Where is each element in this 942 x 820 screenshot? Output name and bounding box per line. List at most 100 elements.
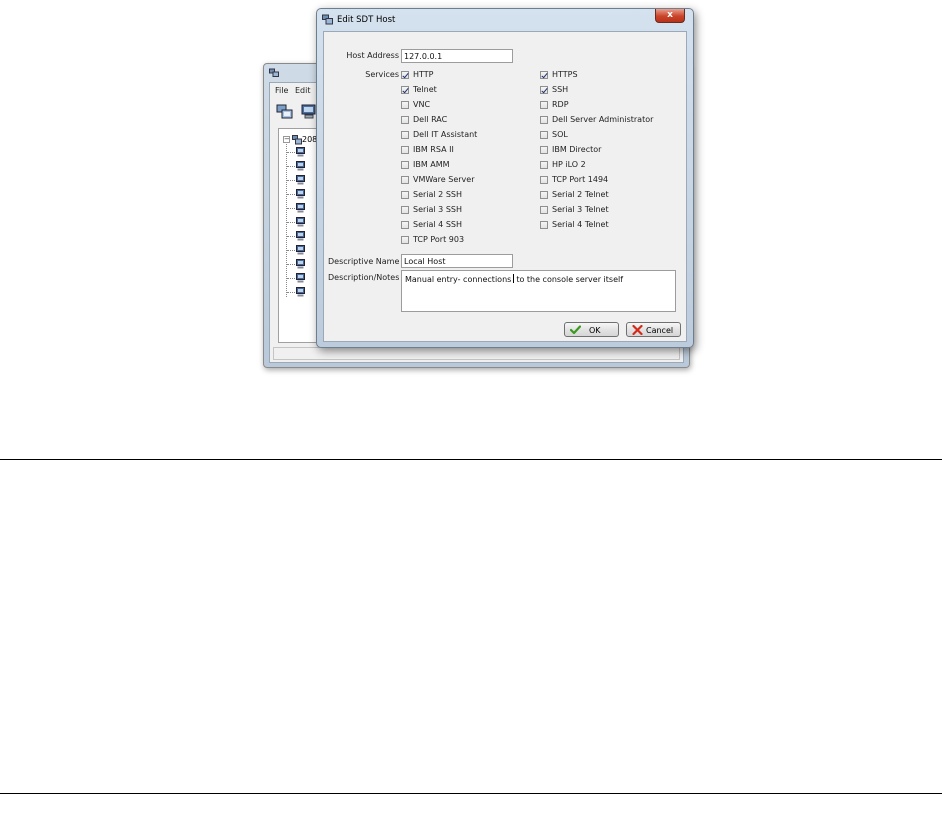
service-checkbox[interactable] xyxy=(401,71,409,79)
service-label: Serial 2 SSH xyxy=(413,190,462,199)
tree-node[interactable] xyxy=(287,287,305,297)
ok-button-label: OK xyxy=(589,326,601,335)
service-label: HTTP xyxy=(413,70,434,79)
computer-icon xyxy=(296,273,305,283)
descriptive-name-label: Descriptive Name xyxy=(328,257,400,266)
service-label: IBM RSA II xyxy=(413,145,454,154)
service-label: RDP xyxy=(552,100,569,109)
service-label: Telnet xyxy=(413,85,437,94)
tree-node[interactable] xyxy=(287,217,305,227)
service-label: IBM Director xyxy=(552,145,602,154)
notes-text-after-caret: to the console server itself xyxy=(516,275,624,284)
service-label: TCP Port 903 xyxy=(413,235,465,244)
descriptive-name-input[interactable]: Local Host xyxy=(401,254,513,268)
tree-node[interactable] xyxy=(287,231,305,241)
service-checkbox[interactable] xyxy=(540,101,548,109)
tree-node[interactable] xyxy=(287,161,305,171)
service-checkbox[interactable] xyxy=(540,161,548,169)
tree-node[interactable] xyxy=(287,203,305,213)
service-checkbox[interactable] xyxy=(401,86,409,94)
service-checkbox[interactable] xyxy=(540,86,548,94)
cancel-button-label: Cancel xyxy=(646,326,674,335)
service-checkbox[interactable] xyxy=(401,221,409,229)
add-group-icon[interactable] xyxy=(276,104,294,120)
dialog-app-icon xyxy=(322,14,333,25)
host-address-label: Host Address xyxy=(346,51,399,60)
service-checkbox[interactable] xyxy=(540,191,548,199)
cancel-button[interactable]: Cancel xyxy=(626,322,681,337)
service-checkbox[interactable] xyxy=(401,101,409,109)
computer-icon xyxy=(296,175,305,185)
text-caret xyxy=(513,274,515,283)
menu-edit[interactable]: Edit xyxy=(295,86,311,95)
service-checkbox[interactable] xyxy=(540,176,548,184)
service-label: VMWare Server xyxy=(413,175,475,184)
service-label: Serial 3 Telnet xyxy=(552,205,609,214)
service-checkbox[interactable] xyxy=(401,176,409,184)
checkmark-icon xyxy=(570,325,581,335)
computer-icon xyxy=(296,189,305,199)
notes-label: Description/Notes xyxy=(328,273,400,282)
close-icon: x xyxy=(667,10,673,20)
dialog-body: Host Address 127.0.0.1 Services HTTP Teln… xyxy=(323,31,687,342)
tree-node[interactable] xyxy=(287,147,305,157)
services-label: Services xyxy=(365,70,399,79)
service-checkbox[interactable] xyxy=(540,131,548,139)
computer-icon xyxy=(296,147,305,157)
menu-file[interactable]: File xyxy=(275,86,288,95)
service-checkbox[interactable] xyxy=(401,131,409,139)
service-checkbox[interactable] xyxy=(540,146,548,154)
service-checkbox[interactable] xyxy=(540,206,548,214)
computer-icon xyxy=(296,217,305,227)
service-label: Dell Server Administrator xyxy=(552,115,654,124)
computer-icon xyxy=(296,287,305,297)
service-label: SOL xyxy=(552,130,568,139)
service-checkbox[interactable] xyxy=(401,191,409,199)
service-checkbox[interactable] xyxy=(401,116,409,124)
page-divider-bottom xyxy=(0,793,942,794)
page-divider-top xyxy=(0,459,942,460)
computer-icon xyxy=(296,245,305,255)
app-icon xyxy=(269,68,279,77)
computer-icon xyxy=(296,259,305,269)
status-bar xyxy=(273,347,680,360)
service-label: Serial 4 Telnet xyxy=(552,220,609,229)
dialog-titlebar[interactable]: Edit SDT Host x xyxy=(317,9,693,31)
service-checkbox[interactable] xyxy=(540,71,548,79)
service-checkbox[interactable] xyxy=(540,221,548,229)
edit-host-dialog: Edit SDT Host x Host Address 127.0.0.1 S… xyxy=(316,8,694,348)
service-checkbox[interactable] xyxy=(401,236,409,244)
service-label: VNC xyxy=(413,100,431,109)
close-button[interactable]: x xyxy=(655,9,685,23)
tree-root-label: 208 xyxy=(302,135,318,144)
notes-textarea[interactable]: Manual entry- connections to the console … xyxy=(401,270,676,312)
service-label: Serial 2 Telnet xyxy=(552,190,609,199)
service-label: TCP Port 1494 xyxy=(552,175,609,184)
service-checkbox[interactable] xyxy=(401,161,409,169)
ok-button[interactable]: OK xyxy=(564,322,619,337)
tree-node[interactable] xyxy=(287,189,305,199)
service-label: SSH xyxy=(552,85,569,94)
service-checkbox[interactable] xyxy=(401,146,409,154)
notes-text-before-caret: Manual entry- connections xyxy=(405,275,512,284)
computer-icon xyxy=(296,231,305,241)
tree-node[interactable] xyxy=(287,245,305,255)
service-label: Dell RAC xyxy=(413,115,448,124)
tree-node[interactable] xyxy=(287,259,305,269)
service-checkbox[interactable] xyxy=(540,116,548,124)
tree-node[interactable] xyxy=(287,273,305,283)
computer-icon xyxy=(296,203,305,213)
tree-node[interactable] xyxy=(287,175,305,185)
service-label: HP iLO 2 xyxy=(552,160,586,169)
service-label: Serial 4 SSH xyxy=(413,220,462,229)
collapse-icon[interactable]: − xyxy=(283,136,290,143)
service-label: Dell IT Assistant xyxy=(413,130,478,139)
group-icon xyxy=(292,135,302,145)
service-label: IBM AMM xyxy=(413,160,450,169)
cancel-x-icon xyxy=(632,325,643,335)
dialog-title: Edit SDT Host xyxy=(337,15,396,25)
service-checkbox[interactable] xyxy=(401,206,409,214)
host-address-input[interactable]: 127.0.0.1 xyxy=(401,49,513,63)
service-label: Serial 3 SSH xyxy=(413,205,462,214)
service-label: HTTPS xyxy=(552,70,578,79)
